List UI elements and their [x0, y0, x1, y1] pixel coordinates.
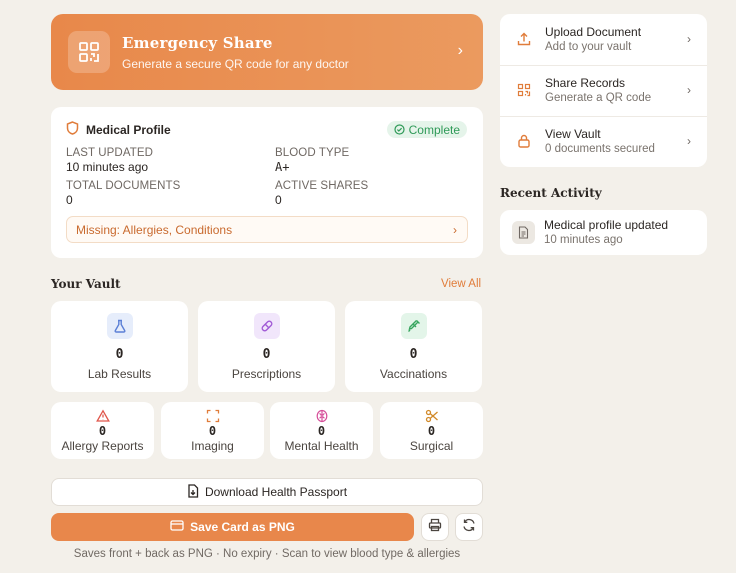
upload-document-action[interactable]: Upload Document Add to your vault › [500, 14, 707, 65]
vault-title: Your Vault [51, 277, 121, 291]
print-button[interactable] [421, 513, 449, 541]
action-subtitle: 0 documents secured [545, 143, 655, 155]
tile-label: Imaging [191, 439, 234, 453]
tile-label: Surgical [409, 439, 454, 453]
stat-last-updated: LAST UPDATED 10 minutes ago [66, 147, 266, 174]
vault-tile-vaccinations[interactable]: 0 Vaccinations [345, 301, 482, 392]
activity-title: Medical profile updated [544, 218, 669, 232]
save-label: Save Card as PNG [190, 520, 295, 534]
save-note: Saves front + back as PNG · No expiry · … [73, 548, 461, 560]
missing-info-button[interactable]: Missing: Allergies, Conditions › [66, 216, 468, 243]
action-title: Share Records [545, 76, 626, 90]
tile-label: Allergy Reports [61, 439, 144, 453]
refresh-button[interactable] [455, 513, 483, 541]
emergency-subtitle: Generate a secure QR code for any doctor [122, 56, 349, 71]
scissors-icon [425, 409, 439, 423]
missing-info-text: Missing: Allergies, Conditions [76, 222, 233, 237]
shield-icon [66, 120, 79, 140]
chevron-right-icon: › [457, 42, 463, 59]
tile-label: Mental Health [284, 439, 359, 453]
tile-label: Lab Results [87, 367, 152, 381]
stat-value: 0 [66, 193, 73, 207]
tile-count: 0 [262, 347, 271, 362]
tile-count: 0 [115, 347, 124, 362]
action-subtitle: Generate a QR code [545, 92, 652, 104]
share-records-action[interactable]: Share Records Generate a QR code › [500, 65, 707, 116]
stat-label: LAST UPDATED [66, 147, 154, 159]
vault-tile-allergy-reports[interactable]: 0 Allergy Reports [51, 402, 154, 459]
document-icon [512, 221, 535, 244]
activity-item: Medical profile updated 10 minutes ago [500, 210, 707, 255]
upload-icon [517, 32, 531, 46]
medical-profile-title: Medical Profile [86, 123, 171, 137]
download-label: Download Health Passport [204, 485, 348, 499]
vault-tile-mental-health[interactable]: 0 Mental Health [270, 402, 373, 459]
scan-icon [206, 409, 220, 423]
emergency-share-button[interactable]: Emergency Share Generate a secure QR cod… [51, 14, 483, 90]
stat-active-shares: ACTIVE SHARES 0 [275, 180, 475, 207]
save-card-png-button[interactable]: Save Card as PNG [51, 513, 414, 541]
quick-actions-card: Upload Document Add to your vault › Shar… [500, 14, 707, 167]
view-vault-action[interactable]: View Vault 0 documents secured › [500, 116, 707, 167]
tile-count: 0 [98, 424, 107, 438]
tile-count: 0 [317, 424, 326, 438]
status-text: Complete [408, 122, 460, 137]
tile-count: 0 [208, 424, 217, 438]
card-icon [170, 520, 184, 534]
action-title: Upload Document [545, 25, 642, 39]
tile-count: 0 [409, 347, 418, 362]
chevron-right-icon: › [687, 32, 691, 46]
flask-icon [106, 313, 133, 339]
tile-count: 0 [427, 424, 436, 438]
vault-tile-lab-results[interactable]: 0 Lab Results [51, 301, 188, 392]
action-title: View Vault [545, 127, 601, 141]
stat-value: 10 minutes ago [66, 160, 149, 174]
status-badge: Complete [386, 121, 467, 138]
stat-blood-type: BLOOD TYPE A+ [275, 147, 475, 174]
medical-profile-card: Medical Profile Complete LAST UPDATED 10… [51, 107, 483, 258]
refresh-icon [462, 518, 476, 537]
lock-icon [517, 134, 531, 148]
chevron-right-icon: › [453, 223, 457, 237]
vault-tile-imaging[interactable]: 0 Imaging [161, 402, 264, 459]
brain-icon [315, 409, 329, 423]
printer-icon [428, 518, 442, 537]
download-file-icon [187, 483, 199, 501]
pill-icon [253, 313, 280, 339]
chevron-right-icon: › [687, 83, 691, 97]
check-circle-icon [394, 124, 405, 135]
view-all-link[interactable]: View All [441, 278, 481, 290]
action-subtitle: Add to your vault [545, 41, 632, 53]
tile-label: Vaccinations [379, 367, 448, 381]
emergency-title: Emergency Share [122, 33, 273, 52]
recent-activity-title: Recent Activity [500, 186, 602, 200]
qr-icon [517, 83, 531, 97]
stat-label: BLOOD TYPE [275, 147, 350, 159]
qr-icon [68, 31, 110, 73]
chevron-right-icon: › [687, 134, 691, 148]
vault-tile-surgical[interactable]: 0 Surgical [380, 402, 483, 459]
stat-total-documents: TOTAL DOCUMENTS 0 [66, 180, 266, 207]
syringe-icon [400, 313, 427, 339]
stat-label: TOTAL DOCUMENTS [66, 180, 181, 192]
activity-time: 10 minutes ago [544, 234, 623, 246]
tile-label: Prescriptions [231, 367, 302, 381]
stat-value: 0 [275, 193, 282, 207]
download-health-passport-button[interactable]: Download Health Passport [51, 478, 483, 506]
stat-label: ACTIVE SHARES [275, 180, 369, 192]
warning-icon [95, 409, 110, 423]
stat-value: A+ [275, 160, 290, 174]
vault-tile-prescriptions[interactable]: 0 Prescriptions [198, 301, 335, 392]
